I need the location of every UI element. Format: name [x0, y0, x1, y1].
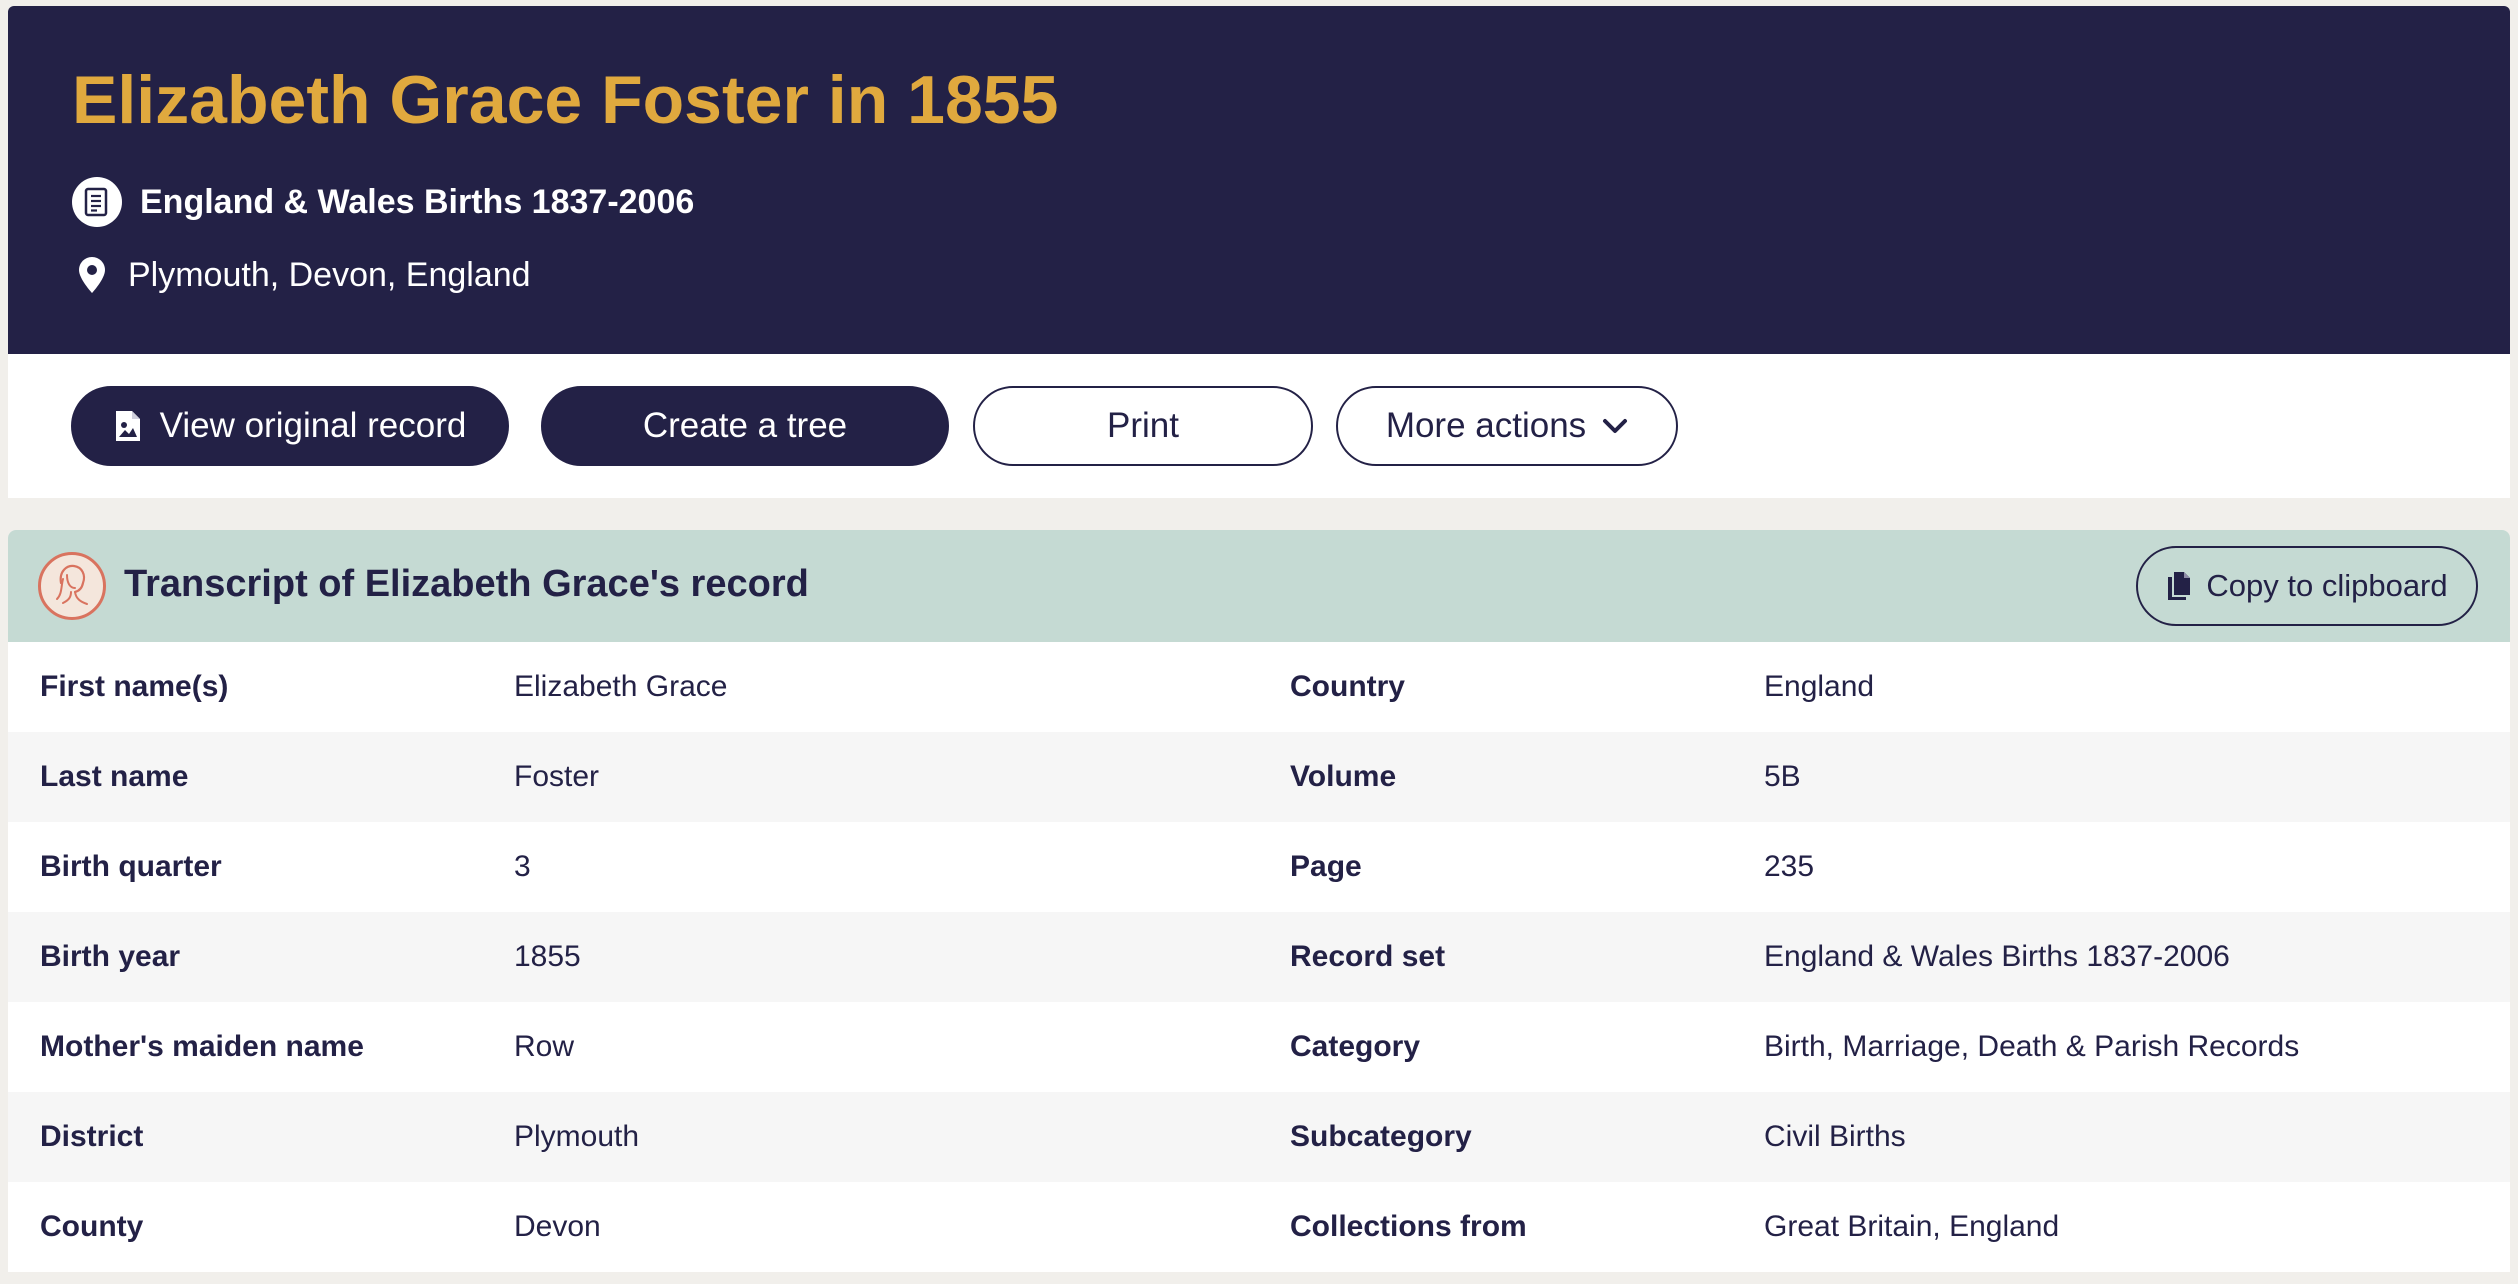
- field-label: Last name: [40, 760, 189, 793]
- field-value: Foster: [514, 760, 600, 793]
- transcript-table: First name(s) Elizabeth Grace Country En…: [8, 642, 2510, 1272]
- view-original-record-button[interactable]: View original record: [71, 386, 509, 466]
- field-label: Birth year: [40, 940, 181, 973]
- location-row: Plymouth, Devon, England: [78, 250, 531, 300]
- field-value: England: [1764, 670, 1875, 703]
- field-label: Volume: [1290, 760, 1397, 793]
- table-row: Mother's maiden name Row Category Birth,…: [8, 1002, 2510, 1092]
- field-value: Row: [514, 1030, 575, 1063]
- view-original-record-label: View original record: [159, 406, 467, 445]
- transcript-panel: Transcript of Elizabeth Grace's record C…: [8, 530, 2510, 1272]
- document-image-icon: [114, 409, 142, 443]
- field-label: Record set: [1290, 940, 1446, 973]
- copy-to-clipboard-label: Copy to clipboard: [2206, 568, 2448, 603]
- field-value: Birth, Marriage, Death & Parish Records: [1764, 1030, 2300, 1063]
- field-label: First name(s): [40, 670, 229, 703]
- print-label: Print: [1107, 406, 1179, 445]
- field-value: 235: [1764, 850, 1815, 883]
- transcript-header: Transcript of Elizabeth Grace's record C…: [8, 530, 2510, 642]
- record-set-link[interactable]: England & Wales Births 1837-2006: [140, 183, 694, 222]
- more-actions-label: More actions: [1385, 406, 1587, 445]
- table-row: Last name Foster Volume 5B: [8, 732, 2510, 822]
- field-value: Great Britain, England: [1764, 1210, 2060, 1243]
- create-tree-label: Create a tree: [642, 406, 848, 445]
- create-tree-button[interactable]: Create a tree: [541, 386, 949, 466]
- field-value: Civil Births: [1764, 1120, 1906, 1153]
- field-label: Country: [1290, 670, 1405, 703]
- record-header: Elizabeth Grace Foster in 1855 England &…: [8, 6, 2510, 354]
- transcript-title: Transcript of Elizabeth Grace's record: [124, 563, 809, 605]
- print-button[interactable]: Print: [973, 386, 1313, 466]
- table-row: Birth quarter 3 Page 235: [8, 822, 2510, 912]
- copy-icon: [2166, 571, 2192, 601]
- table-row: County Devon Collections from Great Brit…: [8, 1182, 2510, 1272]
- chevron-down-icon: [1602, 418, 1628, 434]
- field-label: Subcategory: [1290, 1120, 1472, 1153]
- field-label: Birth quarter: [40, 850, 222, 883]
- copy-to-clipboard-button[interactable]: Copy to clipboard: [2136, 546, 2478, 626]
- field-value: England & Wales Births 1837-2006: [1764, 940, 2230, 973]
- field-value: 1855: [514, 940, 581, 973]
- woman-portrait-icon: [38, 552, 106, 620]
- field-label: County: [40, 1210, 144, 1243]
- field-value: Devon: [514, 1210, 601, 1243]
- field-label: Page: [1290, 850, 1362, 883]
- table-row: First name(s) Elizabeth Grace Country En…: [8, 642, 2510, 732]
- field-value: 5B: [1764, 760, 1801, 793]
- field-label: Category: [1290, 1030, 1421, 1063]
- map-pin-icon: [78, 255, 108, 295]
- location-text: Plymouth, Devon, England: [128, 255, 531, 294]
- field-label: Mother's maiden name: [40, 1030, 364, 1063]
- field-label: Collections from: [1290, 1210, 1527, 1243]
- action-bar: View original record Create a tree Print…: [8, 354, 2510, 498]
- page-title: Elizabeth Grace Foster in 1855: [72, 62, 1059, 138]
- field-value: Elizabeth Grace: [514, 670, 728, 703]
- field-value: 3: [514, 850, 531, 883]
- table-row: District Plymouth Subcategory Civil Birt…: [8, 1092, 2510, 1182]
- field-label: District: [40, 1120, 144, 1153]
- table-row: Birth year 1855 Record set England & Wal…: [8, 912, 2510, 1002]
- field-value: Plymouth: [514, 1120, 640, 1153]
- more-actions-button[interactable]: More actions: [1336, 386, 1678, 466]
- document-icon: [72, 177, 122, 227]
- record-set-row: England & Wales Births 1837-2006: [72, 176, 694, 228]
